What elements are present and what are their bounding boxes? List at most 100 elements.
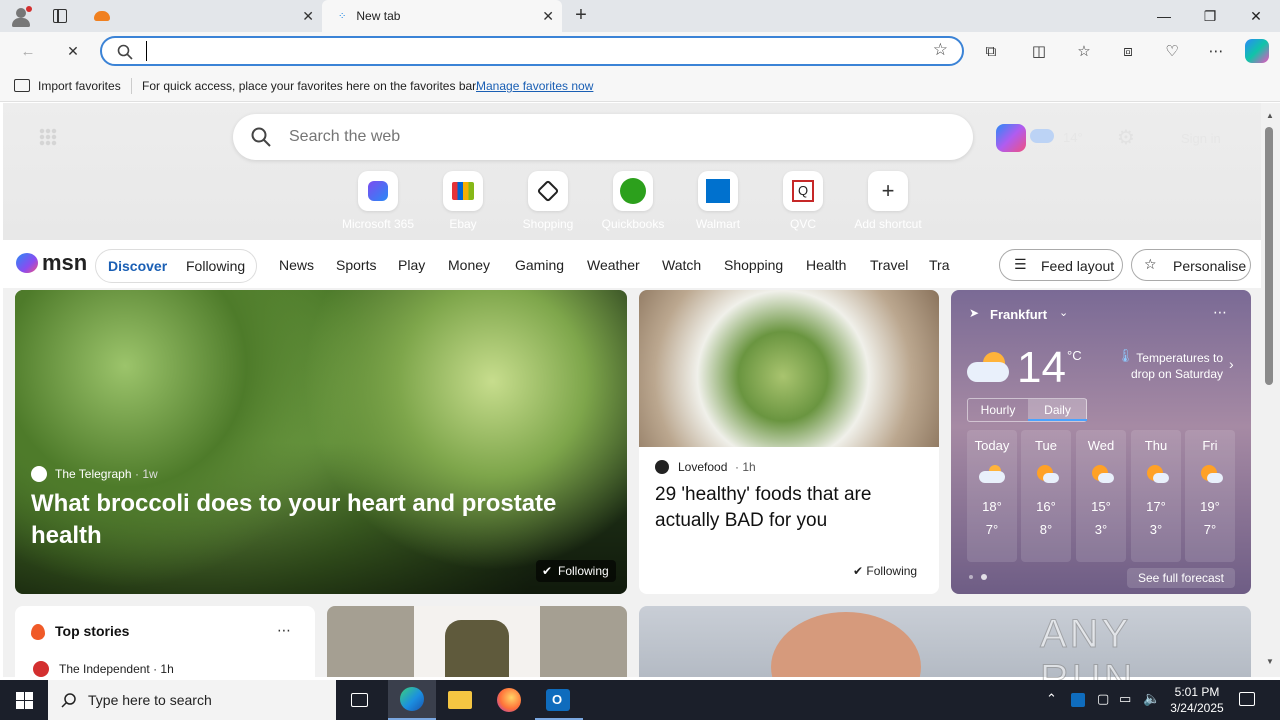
pagination-dots[interactable] [969, 574, 989, 580]
forecast-day[interactable]: Tue 16° 8° [1021, 430, 1071, 562]
nav-traffic[interactable]: Tra [929, 257, 951, 273]
notifications-icon[interactable] [1239, 692, 1255, 706]
following-badge[interactable]: ✔ Following [536, 560, 616, 582]
edge-taskbar-icon[interactable] [388, 680, 436, 720]
nav-gaming[interactable]: Gaming [515, 257, 564, 273]
import-favorites-icon[interactable] [14, 79, 30, 92]
more-menu-icon[interactable]: ⋯ [1205, 40, 1227, 62]
manage-favorites-link[interactable]: Manage favorites now [476, 79, 593, 93]
hero-headline[interactable]: What broccoli does to your heart and pro… [31, 488, 591, 552]
nav-news[interactable]: News [279, 257, 314, 273]
food-story-card[interactable]: Lovefood · 1h 29 'healthy' foods that ar… [639, 290, 939, 594]
close-tab-icon[interactable]: ✕ [542, 8, 554, 25]
personalise-button[interactable]: ☆ Personalise [1131, 249, 1251, 281]
stop-loading-icon[interactable]: ✕ [62, 40, 84, 62]
tab-hourly[interactable]: Hourly [968, 399, 1028, 421]
close-tab-icon[interactable]: ✕ [302, 8, 314, 25]
favorites-icon[interactable]: ☆ [1073, 40, 1095, 62]
profile-icon[interactable] [10, 6, 32, 28]
nav-health[interactable]: Health [806, 257, 846, 273]
tab-daily[interactable]: Daily [1028, 399, 1087, 421]
tab-following[interactable]: Following [186, 258, 245, 274]
hero-source: The Telegraph [55, 467, 132, 481]
meet-now-icon[interactable]: ▢ [1097, 691, 1109, 707]
forecast-day[interactable]: Wed 15° 3° [1076, 430, 1126, 562]
shortcut-microsoft365[interactable]: Microsoft 365 [338, 171, 418, 231]
address-input[interactable] [146, 41, 906, 61]
weather-card[interactable]: ➤ Frankfurt ⌄ ⋯ 14 °C 🌡 Temperatures to … [951, 290, 1251, 594]
new-tab-button[interactable]: + [570, 4, 592, 26]
nav-sports[interactable]: Sports [336, 257, 376, 273]
import-favorites-label[interactable]: Import favorites [38, 79, 121, 93]
top-stories-title[interactable]: Top stories [55, 623, 129, 639]
nav-weather[interactable]: Weather [587, 257, 640, 273]
food-headline[interactable]: 29 'healthy' foods that are actually BAD… [655, 482, 923, 534]
windows-start-icon[interactable] [16, 692, 33, 709]
split-screen-icon[interactable]: ◫ [1028, 40, 1050, 62]
close-window-button[interactable]: ✕ [1233, 0, 1279, 32]
feed-layout-button[interactable]: ☰ Feed layout [999, 249, 1123, 281]
file-explorer-icon[interactable] [448, 691, 472, 709]
page-scrollbar[interactable]: ▲ ▼ [1261, 103, 1280, 677]
following-badge[interactable]: ✔ Following [853, 564, 917, 578]
web-search-input[interactable] [289, 126, 889, 148]
nav-money[interactable]: Money [448, 257, 490, 273]
minimize-button[interactable]: ― [1141, 0, 1187, 32]
scroll-down-icon[interactable]: ▼ [1266, 657, 1274, 666]
address-bar[interactable]: ☆ [100, 36, 964, 66]
browser-essentials-icon[interactable]: ♡ [1161, 40, 1183, 62]
task-view-icon[interactable] [351, 693, 368, 707]
salad-image [639, 290, 939, 447]
forecast-day[interactable]: Fri 19° 7° [1185, 430, 1235, 562]
shortcut-walmart[interactable]: Walmart [678, 171, 758, 231]
tab-new-tab[interactable]: ⁘ New tab ✕ [322, 0, 562, 32]
jacket-image [445, 620, 509, 677]
chevron-down-icon[interactable]: ⌄ [1059, 306, 1068, 319]
show-hidden-icons[interactable]: ⌃ [1046, 691, 1057, 707]
forecast-day[interactable]: Today 18° 7° [967, 430, 1017, 562]
more-options-icon[interactable]: ⋯ [277, 622, 291, 639]
outlook-icon[interactable]: O [535, 680, 583, 720]
copilot-icon[interactable] [1245, 39, 1269, 63]
outlook-tray-icon[interactable] [1071, 693, 1085, 707]
taskbar-search-box[interactable]: Type here to search [48, 680, 336, 720]
copilot-ai-icon[interactable] [996, 124, 1026, 152]
favorite-star-icon[interactable]: ☆ [933, 40, 948, 60]
shortcut-ebay[interactable]: Ebay [423, 171, 503, 231]
shortcut-add[interactable]: + Add shortcut [848, 171, 928, 231]
shortcut-quickbooks[interactable]: Quickbooks [593, 171, 673, 231]
jacket-story-card[interactable] [327, 606, 627, 677]
tab-discover[interactable]: Discover [108, 258, 167, 274]
nav-watch[interactable]: Watch [662, 257, 701, 273]
hero-story-card[interactable]: The Telegraph · 1w What broccoli does to… [15, 290, 627, 594]
tab-actions-icon[interactable] [53, 9, 67, 23]
chevron-right-icon[interactable]: › [1229, 356, 1234, 372]
scroll-thumb[interactable] [1265, 127, 1273, 385]
sign-in-link[interactable]: Sign in [1181, 131, 1221, 146]
network-icon[interactable]: ▭ [1119, 691, 1131, 707]
weather-location[interactable]: Frankfurt [990, 307, 1047, 322]
app-launcher-icon[interactable] [39, 128, 57, 146]
shortcut-qvc[interactable]: Q QVC [763, 171, 843, 231]
scroll-up-icon[interactable]: ▲ [1266, 111, 1274, 120]
collections-icon[interactable]: ⧈ [1117, 40, 1139, 62]
nav-travel[interactable]: Travel [870, 257, 908, 273]
firefox-icon[interactable] [497, 688, 521, 712]
settings-gear-icon[interactable]: ⚙ [1117, 125, 1135, 150]
header-temperature[interactable]: 14° [1063, 130, 1083, 145]
nav-shopping[interactable]: Shopping [724, 257, 783, 273]
tab-inactive[interactable]: ✕ [84, 0, 322, 32]
nav-play[interactable]: Play [398, 257, 425, 273]
extensions-icon[interactable]: ⧉ [980, 40, 1002, 62]
more-options-icon[interactable]: ⋯ [1213, 304, 1227, 321]
msn-logo[interactable]: msn [16, 250, 87, 275]
shortcut-shopping[interactable]: Shopping [508, 171, 588, 231]
weather-alert[interactable]: Temperatures to drop on Saturday [1123, 350, 1223, 382]
clock[interactable]: 5:01 PM 3/24/2025 [1160, 684, 1234, 716]
back-arrow-icon[interactable]: ← [17, 40, 39, 62]
web-search-box[interactable] [233, 114, 973, 160]
restore-button[interactable]: ❐ [1187, 0, 1233, 32]
forecast-day[interactable]: Thu 17° 3° [1131, 430, 1181, 562]
volume-icon[interactable]: 🔈 [1143, 690, 1160, 707]
see-forecast-button[interactable]: See full forecast [1127, 568, 1235, 588]
